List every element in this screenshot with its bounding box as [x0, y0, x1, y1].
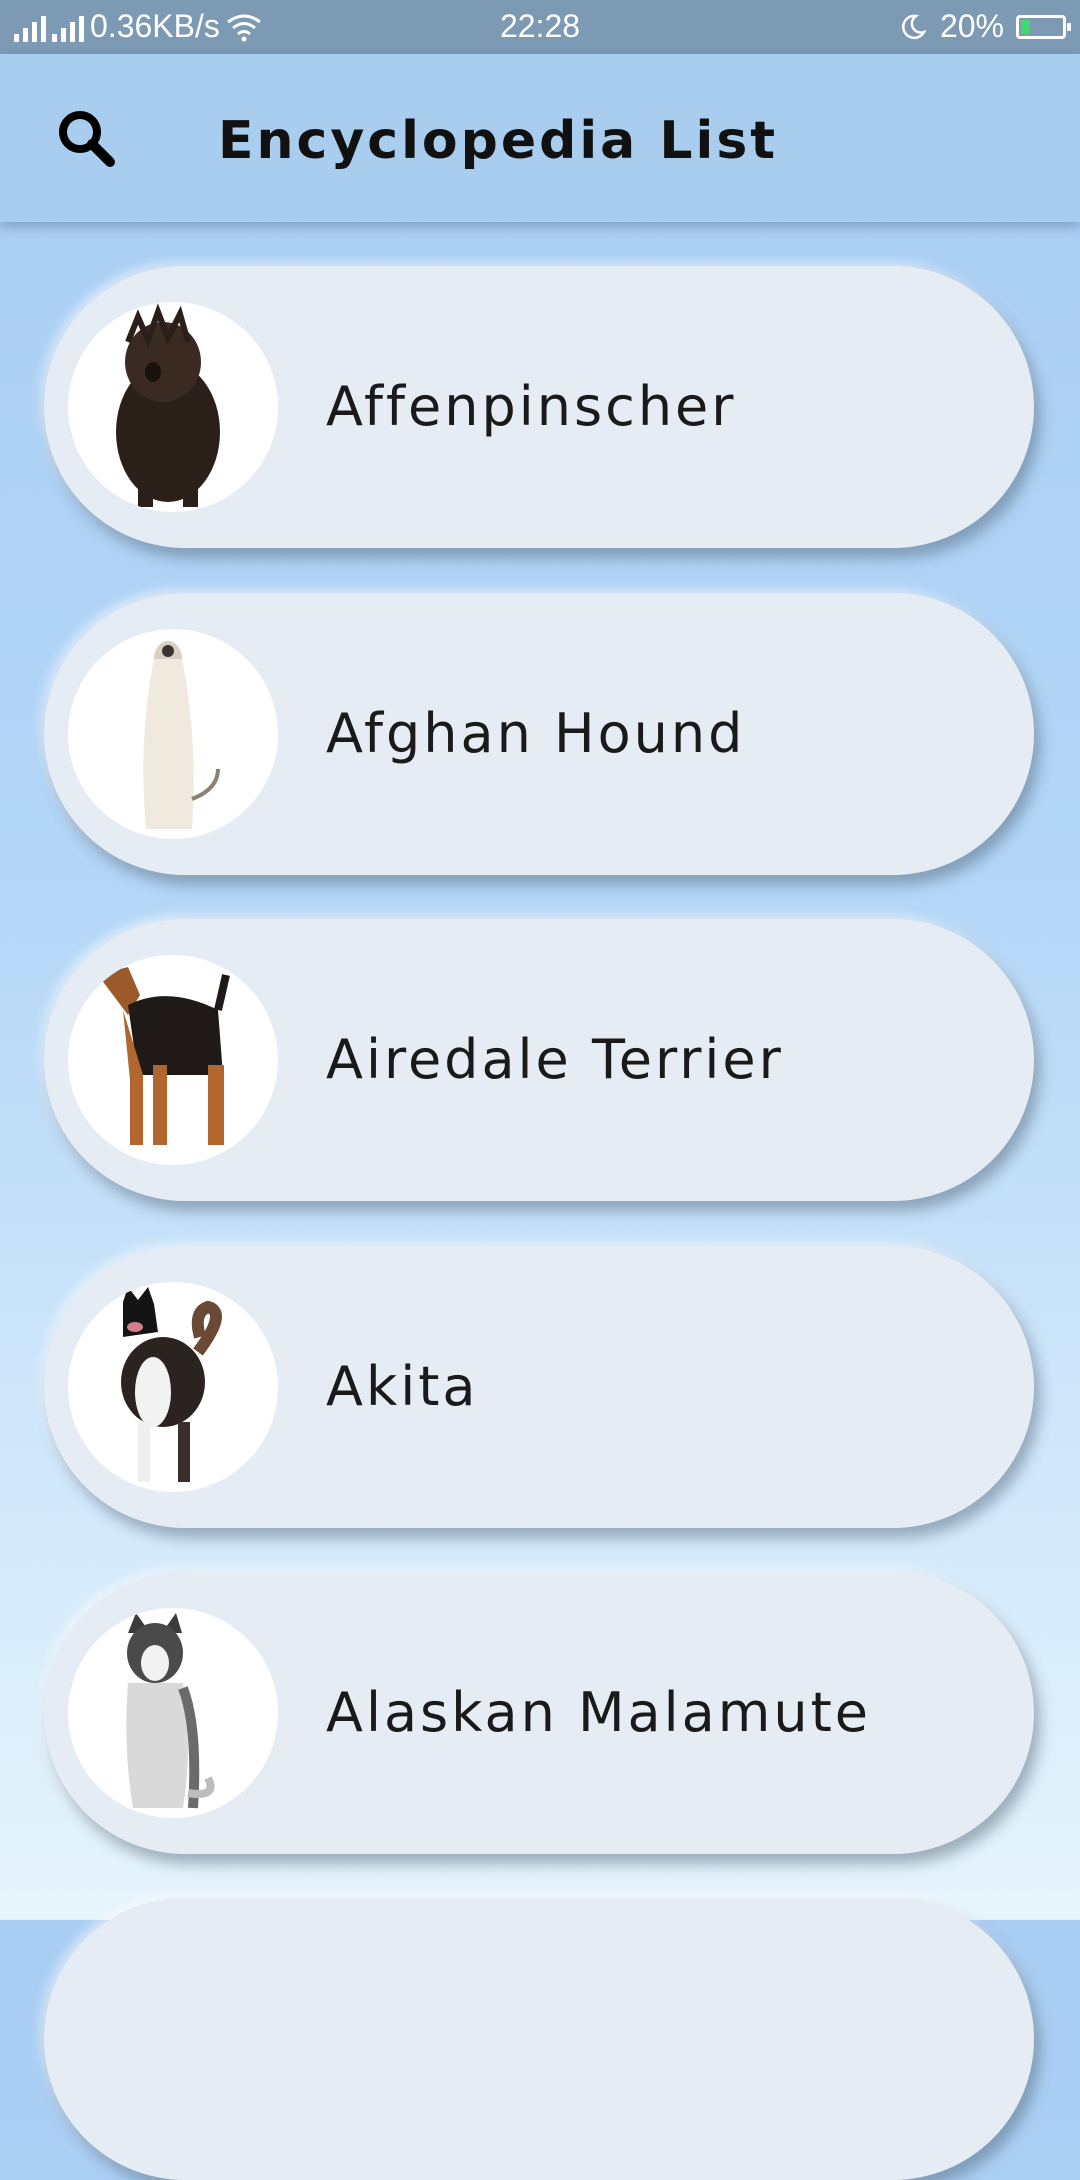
list-item[interactable]: Afghan Hound — [44, 593, 1034, 875]
search-icon[interactable] — [54, 106, 120, 172]
list-item[interactable]: Akita — [44, 1246, 1034, 1528]
dog-image-icon — [98, 967, 230, 1145]
breed-avatar — [68, 302, 278, 512]
breed-name: Affenpinscher — [326, 375, 737, 438]
breed-name: Akita — [326, 1355, 479, 1418]
breed-avatar — [68, 1282, 278, 1492]
dog-image-icon — [116, 303, 220, 507]
app-bar: Encyclopedia List — [0, 54, 1080, 222]
breed-avatar — [68, 1608, 278, 1818]
page-title: Encyclopedia List — [218, 111, 779, 171]
battery-icon — [1016, 14, 1071, 39]
dog-image-icon — [121, 1287, 222, 1482]
status-bar: 0.36KB/s 22:28 20% — [0, 0, 1080, 54]
breed-name: Afghan Hound — [326, 702, 746, 765]
moon-icon — [901, 14, 927, 39]
breed-name: Alaskan Malamute — [326, 1681, 871, 1744]
dog-image-icon — [126, 1613, 215, 1809]
status-right: 20% — [898, 8, 1071, 45]
breed-avatar — [68, 629, 278, 839]
list-item-partial[interactable] — [44, 1898, 1034, 2180]
list-item[interactable]: Affenpinscher — [44, 266, 1034, 548]
breed-name: Airedale Terrier — [326, 1028, 784, 1091]
list-item[interactable]: Airedale Terrier — [44, 919, 1034, 1201]
battery-percent: 20% — [939, 8, 1004, 44]
list-item[interactable]: Alaskan Malamute — [44, 1572, 1034, 1854]
breed-avatar — [68, 955, 278, 1165]
dog-image-icon — [143, 641, 220, 829]
